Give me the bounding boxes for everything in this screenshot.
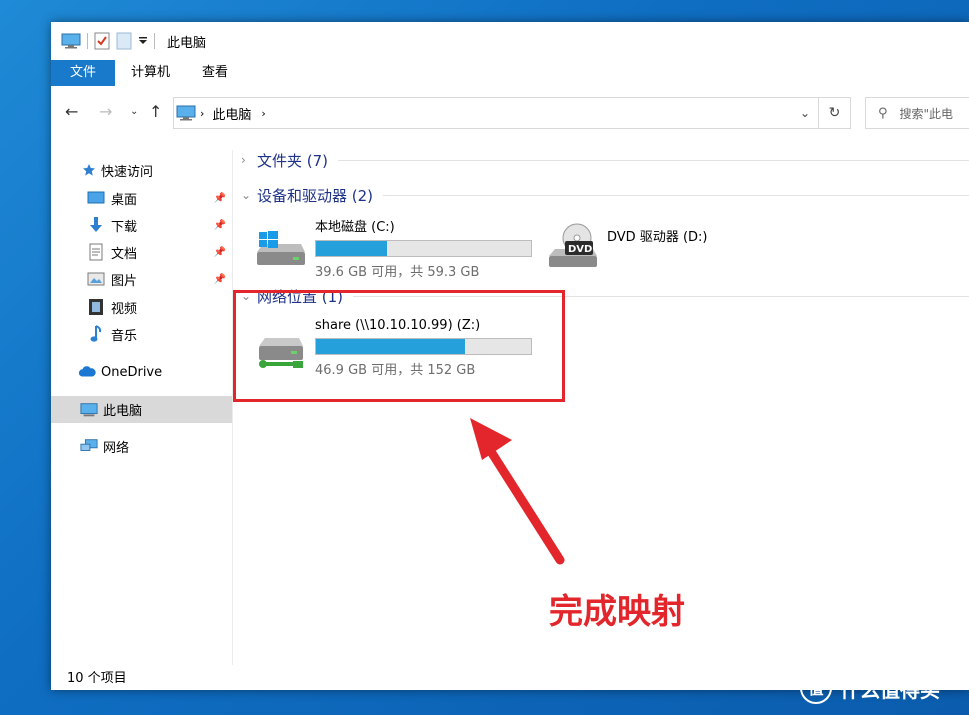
- drive-usage-fill: [316, 241, 388, 256]
- watermark-logo-icon: 值: [800, 672, 832, 704]
- ribbon-tabs: 文件 计算机 查看: [51, 60, 969, 86]
- picture-icon: [87, 270, 105, 288]
- group-separator: [338, 159, 969, 161]
- tab-file[interactable]: 文件: [51, 60, 116, 86]
- up-arrow-icon[interactable]: ↑: [149, 102, 162, 121]
- cloud-icon: [78, 363, 96, 381]
- search-icon: ⚲: [878, 105, 888, 121]
- nav-music[interactable]: 音乐: [51, 321, 232, 347]
- nav-documents[interactable]: 文档 📌: [51, 239, 232, 265]
- pin-icon[interactable]: 📌: [214, 274, 226, 285]
- nav-desktop[interactable]: 桌面 📌: [51, 185, 232, 211]
- divider: [154, 33, 155, 49]
- network-icon: [80, 437, 98, 455]
- pin-icon[interactable]: 📌: [214, 193, 226, 204]
- watermark: 值 什么值得买: [800, 672, 940, 704]
- search-input[interactable]: ⚲ 搜索"此电: [865, 97, 969, 129]
- breadcrumb-separator-icon[interactable]: ›: [261, 107, 265, 120]
- nav-label: 快速访问: [101, 164, 154, 180]
- nav-label: 音乐: [111, 328, 138, 344]
- chevron-down-icon[interactable]: ⌄: [241, 188, 257, 202]
- nav-quick-access[interactable]: 快速访问: [51, 157, 232, 183]
- chevron-down-icon[interactable]: [138, 36, 148, 46]
- nav-label: 文档: [111, 246, 138, 262]
- drive-c-info[interactable]: 本地磁盘 (C:) 39.6 GB 可用，共 59.3 GB: [315, 216, 532, 280]
- group-separator: [383, 194, 969, 196]
- download-arrow-icon: [87, 216, 105, 234]
- drive-c[interactable]: [255, 224, 307, 272]
- nav-label: 下载: [111, 219, 138, 235]
- quick-access-toolbar: [61, 32, 161, 50]
- dvd-label: DVD: [568, 244, 593, 255]
- pin-icon[interactable]: 📌: [214, 220, 226, 231]
- annotation-text: 完成映射: [549, 592, 685, 632]
- film-icon: [87, 298, 105, 316]
- tab-view[interactable]: 查看: [186, 60, 244, 86]
- group-title: 文件夹 (7): [257, 151, 329, 170]
- nav-onedrive[interactable]: OneDrive: [51, 359, 232, 385]
- nav-downloads[interactable]: 下载 📌: [51, 212, 232, 238]
- nav-this-pc[interactable]: 此电脑: [51, 396, 232, 423]
- back-arrow-icon[interactable]: ←: [65, 102, 78, 121]
- new-folder-icon[interactable]: [116, 32, 132, 50]
- drive-dvd-info[interactable]: DVD 驱动器 (D:): [607, 226, 707, 245]
- pin-icon[interactable]: 📌: [214, 247, 226, 258]
- recent-locations-chevron-icon[interactable]: ⌄: [130, 106, 138, 117]
- drive-size: 39.6 GB 可用，共 59.3 GB: [315, 265, 480, 280]
- computer-icon: [176, 105, 196, 121]
- address-bar[interactable]: › 此电脑 › ⌄: [173, 97, 819, 129]
- computer-icon: [61, 33, 81, 49]
- drive-dvd[interactable]: DVD: [547, 222, 599, 274]
- breadcrumb-this-pc[interactable]: 此电脑: [212, 104, 251, 123]
- divider: [87, 33, 88, 49]
- nav-label: 图片: [111, 273, 138, 289]
- refresh-icon: ↻: [828, 105, 841, 121]
- address-dropdown-icon[interactable]: ⌄: [800, 106, 810, 120]
- nav-label: 桌面: [111, 192, 138, 208]
- nav-pictures[interactable]: 图片 📌: [51, 266, 232, 292]
- computer-icon: [80, 401, 98, 419]
- nav-label: OneDrive: [101, 364, 163, 380]
- drive-name: DVD 驱动器 (D:): [607, 230, 708, 245]
- chevron-right-icon[interactable]: ›: [241, 153, 257, 167]
- group-devices[interactable]: ⌄ 设备和驱动器 (2): [241, 184, 969, 206]
- desktop-icon: [87, 189, 105, 207]
- refresh-button[interactable]: ↻: [818, 97, 851, 129]
- red-arrow-icon: [470, 418, 565, 565]
- drive-usage-bar: [315, 240, 532, 257]
- window-title: 此电脑: [167, 35, 207, 51]
- drive-name: 本地磁盘 (C:): [315, 220, 395, 235]
- pane-divider[interactable]: [232, 150, 233, 665]
- search-placeholder: 搜索"此电: [899, 106, 954, 121]
- forward-arrow-icon[interactable]: →: [99, 102, 112, 121]
- navigation-pane: 快速访问 桌面 📌 下载 📌 文档 📌 图片 📌 视频 音乐 OneDrive …: [51, 150, 232, 660]
- address-row: ← → ⌄ ↑ › 此电脑 › ⌄ ↻ ⚲ 搜索"此电: [51, 94, 969, 132]
- properties-icon[interactable]: [94, 32, 110, 50]
- nav-network[interactable]: 网络: [51, 433, 232, 459]
- nav-label: 此电脑: [103, 404, 143, 419]
- music-note-icon: [87, 325, 105, 343]
- breadcrumb-separator-icon[interactable]: ›: [200, 107, 204, 120]
- watermark-text: 什么值得买: [840, 677, 940, 702]
- nav-label: 视频: [111, 301, 138, 317]
- nav-label: 网络: [103, 440, 130, 456]
- title-bar: 此电脑: [51, 22, 969, 60]
- tab-computer[interactable]: 计算机: [115, 60, 186, 86]
- document-icon: [87, 243, 105, 261]
- group-title: 设备和驱动器 (2): [257, 186, 374, 205]
- highlight-box: [233, 290, 565, 402]
- group-folders[interactable]: › 文件夹 (7): [241, 149, 969, 171]
- star-icon: [80, 161, 98, 179]
- windows-drive-icon: [257, 231, 305, 265]
- nav-videos[interactable]: 视频: [51, 294, 232, 320]
- status-bar-item-count: 10 个项目: [67, 671, 127, 686]
